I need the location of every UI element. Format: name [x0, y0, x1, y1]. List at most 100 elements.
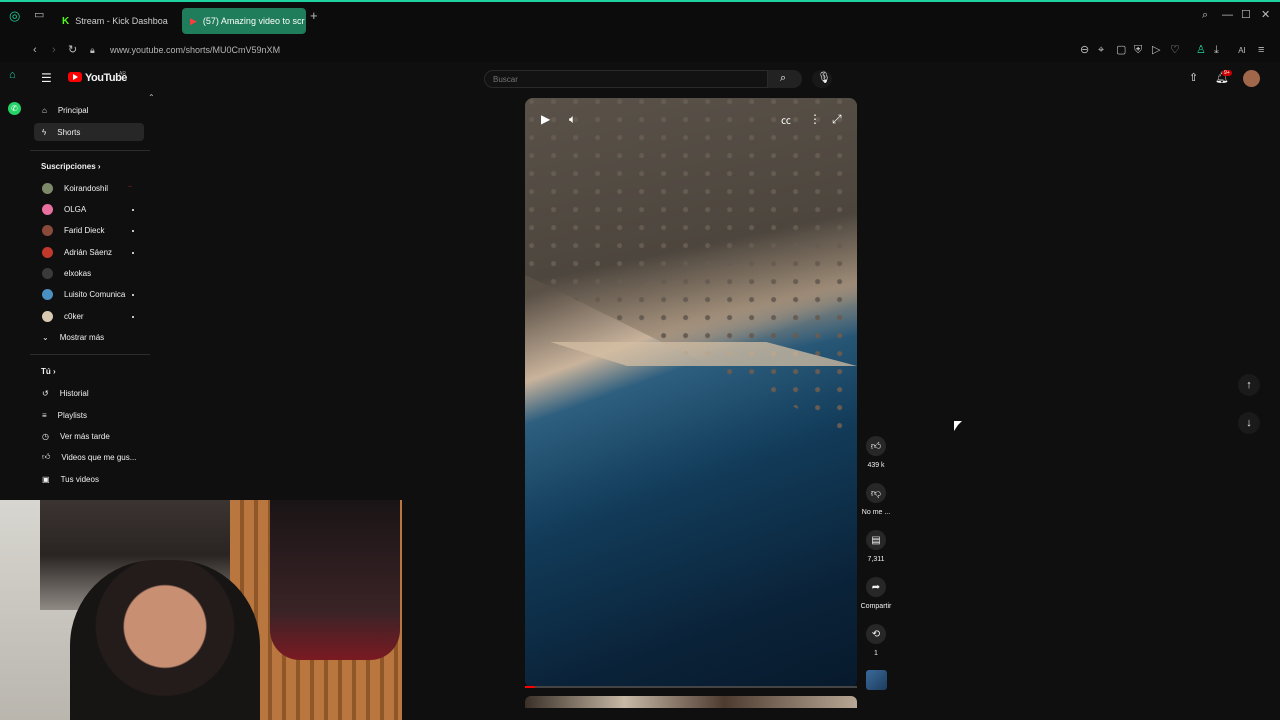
avatar — [42, 310, 53, 322]
sidebar-item-watch-later[interactable]: ◷ Ver más tarde — [34, 427, 144, 445]
reader-icon[interactable]: ▢ — [1116, 45, 1126, 56]
new-content-dot — [132, 294, 134, 296]
fullscreen-icon[interactable]: ⤢ — [832, 112, 842, 127]
forward-icon[interactable]: › — [52, 45, 56, 56]
sidebar-item-liked-videos[interactable]: 👍︎ Videos que me gus... — [34, 448, 144, 466]
pin-icon[interactable]: ⌖ — [1098, 45, 1104, 56]
sidebar-item-principal[interactable]: ⌂ Principal — [34, 101, 144, 119]
like-button[interactable]: 👍︎ — [866, 436, 886, 456]
tab-youtube[interactable]: ▶ (57) Amazing video to scr — [182, 8, 306, 34]
subscription-item[interactable]: c0ker — [34, 307, 144, 325]
hamburger-menu-icon[interactable]: ☰ — [41, 72, 52, 84]
vpn-icon[interactable]: ⌂ — [9, 70, 16, 81]
download-icon[interactable]: ⤓ — [1214, 45, 1219, 56]
divider — [30, 354, 150, 355]
sound-thumbnail[interactable] — [866, 670, 887, 690]
share-icon: ➦ — [871, 581, 881, 593]
avatar — [42, 224, 53, 236]
avatar — [42, 267, 53, 279]
upload-icon[interactable]: ⇧ — [1189, 73, 1198, 84]
arrow-down-icon: ↓ — [1246, 417, 1252, 429]
whatsapp-icon[interactable]: ✆ — [8, 102, 21, 115]
subscription-item[interactable]: Luisito Comunica — [34, 285, 144, 303]
play-icon[interactable]: ▷ — [1152, 45, 1160, 56]
next-short-button[interactable]: ↓ — [1238, 412, 1260, 434]
microphone-icon: 🎙︎ — [817, 72, 831, 84]
ai-button[interactable]: AI — [1232, 45, 1252, 56]
search-input[interactable] — [484, 70, 768, 88]
shorts-icon: ϟ — [42, 127, 47, 137]
clock-icon: ◷ — [42, 431, 49, 441]
address-bar: ‹ › ↻ 🔒︎ www.youtube.com/shorts/MU0CmV59… — [0, 40, 1280, 62]
sidebar-item-label: Principal — [57, 105, 89, 115]
subscriptions-heading[interactable]: Suscripciones › — [41, 162, 101, 171]
voice-search-button[interactable]: 🎙︎ — [812, 70, 832, 88]
sidebar-item-historial[interactable]: ↺ Historial — [34, 384, 144, 402]
menu-icon[interactable]: ≡ — [1258, 45, 1264, 56]
minimize-icon[interactable]: — — [1222, 10, 1233, 21]
back-icon[interactable]: ‹ — [33, 45, 37, 56]
sidebar-item-playlists[interactable]: ≡ Playlists — [34, 406, 144, 424]
subscription-item[interactable]: OLGA — [34, 200, 144, 218]
comment-icon: ▤ — [871, 534, 881, 546]
divider — [30, 150, 150, 151]
subscription-item[interactable]: Adrián Sáenz — [34, 243, 144, 261]
kick-icon: K — [62, 15, 70, 27]
notification-badge: 9+ — [1222, 70, 1232, 76]
close-icon[interactable]: ✕ — [1261, 10, 1270, 21]
like-count: 439 k — [867, 462, 885, 469]
collapse-icon[interactable]: ⌃ — [148, 92, 155, 103]
sidebar-item-your-videos[interactable]: ▣ Tus videos — [34, 470, 144, 488]
history-icon: ↺ — [42, 388, 49, 398]
webcam-coat — [270, 500, 400, 660]
avatar — [42, 203, 53, 215]
progress-bar[interactable] — [525, 686, 857, 688]
search-icon[interactable]: ⌕ — [1202, 10, 1208, 21]
browser-sidebar: ⌂ ✆ — [0, 62, 28, 502]
comments-button[interactable]: ▤ — [866, 530, 886, 550]
reload-icon[interactable]: ↻ — [68, 45, 77, 56]
share-button[interactable]: ➦ — [866, 577, 886, 597]
new-tab-icon[interactable]: + — [310, 9, 318, 22]
search-button[interactable]: ⌕ — [768, 70, 802, 88]
new-content-dot — [132, 252, 134, 254]
volume-icon[interactable]: 🔈︎ — [569, 112, 576, 127]
previous-short-button[interactable]: ↑ — [1238, 374, 1260, 396]
you-heading[interactable]: Tú › — [41, 367, 56, 376]
maximize-icon[interactable]: ☐ — [1241, 10, 1251, 21]
tab-bar: ◎ ▭ K Stream - Kick Dashboa ▶ (57) Amazi… — [0, 2, 1280, 40]
like-icon: 👍︎ — [42, 452, 51, 461]
more-options-icon[interactable]: ⋮ — [809, 112, 821, 126]
next-short-preview[interactable] — [525, 696, 857, 708]
subscription-item[interactable]: Farid Dieck — [34, 221, 144, 239]
tab-list-icon[interactable]: ▭ — [34, 10, 44, 21]
dislike-button[interactable]: 👎︎ — [866, 483, 886, 503]
subscription-item[interactable]: elxokas — [34, 264, 144, 282]
play-icon[interactable]: ▶ — [541, 112, 550, 126]
heart-icon[interactable]: ♡ — [1170, 45, 1180, 56]
url-field[interactable]: www.youtube.com/shorts/MU0CmV59nXM — [110, 45, 280, 55]
shield-icon[interactable]: ⛨ — [1134, 45, 1142, 56]
short-video-player[interactable]: ▶ 🔈︎ ㏄ ⋮ ⤢ — [525, 98, 857, 688]
remix-button[interactable]: ⟲ — [866, 624, 886, 644]
tab-label: (57) Amazing video to scr — [202, 16, 305, 26]
profile-icon[interactable]: ♙ — [1196, 45, 1206, 56]
webcam-person — [70, 560, 260, 720]
sidebar-item-label: Shorts — [57, 127, 81, 137]
avatar — [42, 246, 53, 258]
zoom-icon[interactable]: ⊖ — [1080, 45, 1089, 56]
tab-label: Stream - Kick Dashboa — [75, 16, 168, 26]
tab-stream[interactable]: K Stream - Kick Dashboa — [54, 8, 178, 34]
chevron-down-icon: ⌄ — [42, 332, 49, 342]
browser-logo-icon[interactable]: ◎ — [9, 9, 20, 22]
captions-icon[interactable]: ㏄ — [781, 112, 791, 127]
dislike-label: No me ... — [861, 509, 891, 516]
search-icon: ⌕ — [780, 72, 787, 84]
remix-icon: ⟲ — [871, 628, 881, 640]
home-icon: ⌂ — [42, 105, 47, 115]
avatar[interactable] — [1243, 70, 1260, 87]
video-icon: ▣ — [42, 474, 50, 484]
sidebar-item-shorts[interactable]: ϟ Shorts — [34, 123, 144, 141]
show-more-button[interactable]: ⌄ Mostrar más — [34, 328, 144, 346]
thumbs-down-icon: 👎︎ — [870, 488, 882, 499]
